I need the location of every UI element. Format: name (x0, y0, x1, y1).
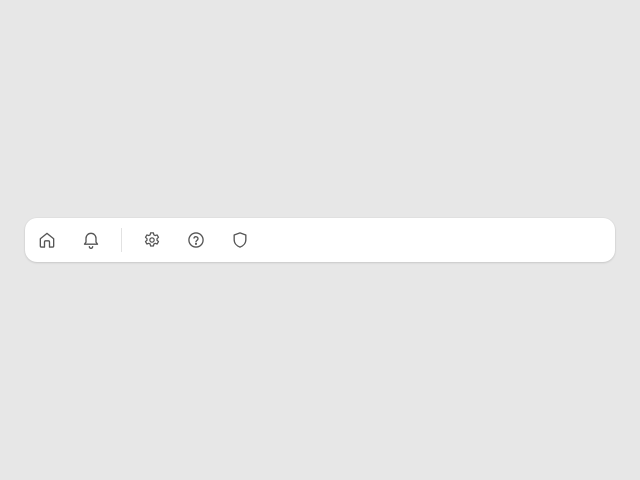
gear-icon (142, 230, 162, 250)
security-button[interactable] (224, 224, 256, 256)
settings-button[interactable] (136, 224, 168, 256)
home-icon (37, 230, 57, 250)
help-button[interactable] (180, 224, 212, 256)
help-circle-icon (186, 230, 206, 250)
icon-toolbar (25, 218, 615, 262)
notifications-button[interactable] (75, 224, 107, 256)
toolbar-separator (121, 228, 122, 252)
shield-icon (230, 230, 250, 250)
bell-icon (81, 230, 101, 250)
home-button[interactable] (31, 224, 63, 256)
